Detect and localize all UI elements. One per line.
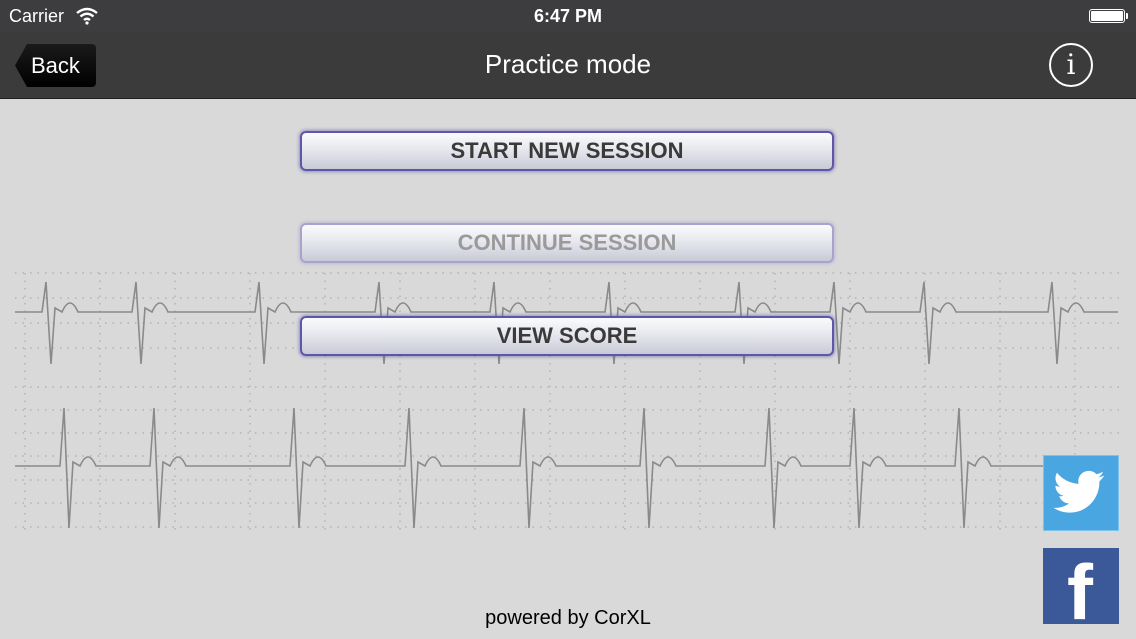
start-new-session-button[interactable]: START NEW SESSION: [300, 131, 834, 171]
view-score-button[interactable]: VIEW SCORE: [300, 316, 834, 356]
navigation-bar: Back Practice mode i: [0, 32, 1136, 99]
powered-by-label: powered by CorXL: [485, 607, 651, 629]
status-time: 6:47 PM: [533, 6, 603, 26]
twitter-button[interactable]: [1043, 455, 1119, 531]
page-title: Practice mode: [484, 49, 652, 79]
info-icon[interactable]: i: [1049, 43, 1093, 87]
battery-icon: [1089, 9, 1128, 23]
continue-session-button[interactable]: CONTINUE SESSION: [300, 223, 834, 263]
twitter-bird-icon: [1053, 470, 1105, 513]
status-bar: Carrier 6:47 PM: [0, 0, 1136, 32]
